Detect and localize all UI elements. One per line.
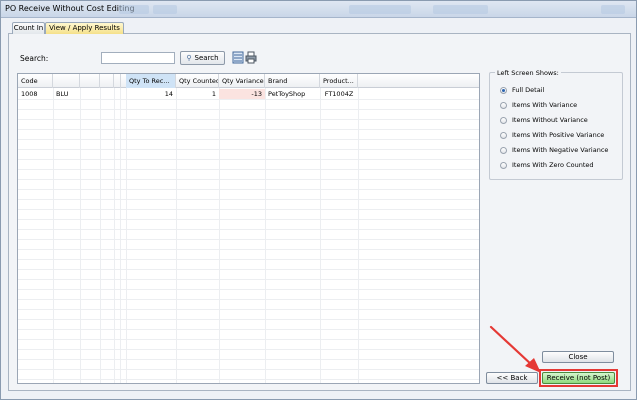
annotation-arrow-icon — [489, 325, 541, 373]
